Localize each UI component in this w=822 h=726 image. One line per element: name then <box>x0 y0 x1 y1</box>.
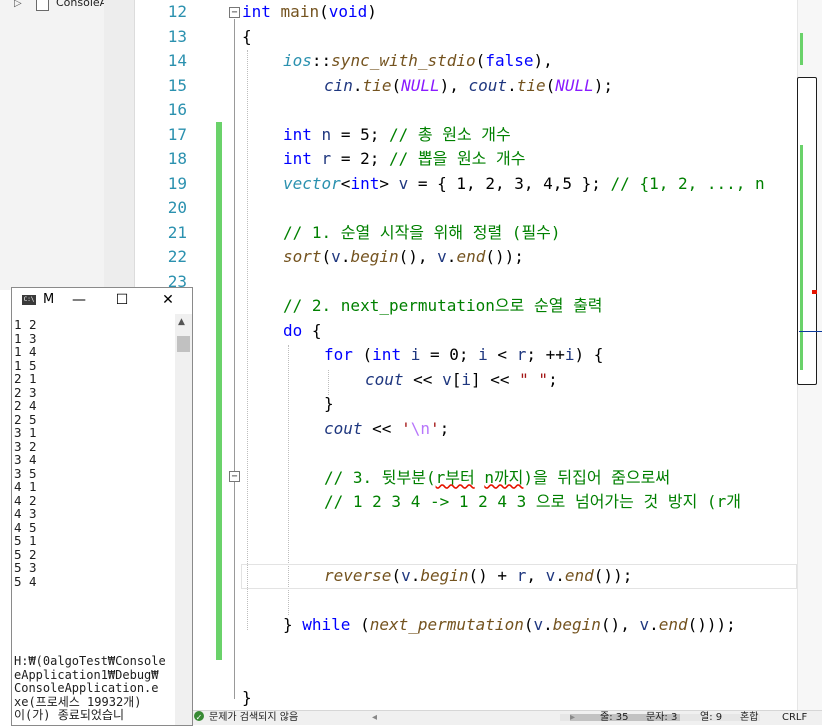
line-indicator[interactable]: 줄: 35 <box>600 711 628 725</box>
code-line-19: vector<int> v = { 1, 2, 3, 4,5 }; // {1,… <box>283 173 765 193</box>
console-scroll-thumb[interactable] <box>177 336 190 352</box>
check-circle-icon: ✓ <box>194 711 204 722</box>
close-button[interactable]: ✕ <box>151 290 185 310</box>
code-line-14: ios::sync_with_stdio(false), <box>283 51 553 70</box>
code-line-37: } while (next_permutation(v.begin(), v.e… <box>283 615 736 634</box>
expand-arrow-icon[interactable]: ▷ <box>14 0 22 9</box>
overview-change-marker <box>800 33 803 65</box>
code-line-32: // 1 2 3 4 -> 1 2 4 3 으로 넘어가는 것 방지 (r개 <box>324 492 741 511</box>
code-line-24: // 2. next_permutation으로 순열 출력 <box>283 296 603 315</box>
line-number: 21 <box>167 222 187 242</box>
caret-position-marker <box>799 331 822 332</box>
console-line: 1 4 <box>14 344 37 359</box>
line-number: 17 <box>167 124 187 144</box>
project-icon <box>36 0 49 11</box>
column-indicator[interactable]: 열: 9 <box>700 711 722 725</box>
line-number: 19 <box>167 173 187 193</box>
line-number: 14 <box>167 51 187 70</box>
console-footer-line: xe(프로세스 19932개) <box>14 694 142 709</box>
console-line: 2 1 <box>14 371 37 386</box>
code-line-35: reverse(v.begin() + r, v.end()); <box>324 566 633 585</box>
console-line: 1 5 <box>14 357 37 373</box>
line-number: 16 <box>167 100 187 119</box>
console-line: 5 1 <box>14 533 37 548</box>
console-title-bar[interactable]: C:\ M — ☐ ✕ <box>12 288 192 313</box>
code-line-26: for (int i = 0; i < r; ++i) { <box>324 345 604 364</box>
code-line-31: // 3. 뒷부분(r부터 n까지)을 뒤집어 줌으로써 <box>324 467 671 487</box>
console-footer-line: 이(가) 종료되었습니 <box>14 708 124 722</box>
console-line: 5 2 <box>14 546 37 562</box>
scroll-up-arrow-icon[interactable]: ▲ <box>178 317 185 327</box>
code-line-13: { <box>242 26 252 46</box>
console-line: 4 1 <box>14 479 37 494</box>
console-line: 5 3 <box>14 560 37 575</box>
editor-status-bar: ✓ 문제가 검색되지 않음 ◂ ▸ 줄: 35 문자: 3 열: 9 혼합 CR… <box>190 710 822 725</box>
indent-guide <box>247 50 248 630</box>
outline-line <box>234 19 235 699</box>
console-line: 5 4 <box>14 573 37 589</box>
project-label: ConsoleA <box>56 0 108 9</box>
console-line: 3 5 <box>14 465 37 481</box>
change-indicator-bar <box>216 122 222 660</box>
whitespace-mode[interactable]: 혼합 <box>740 711 758 725</box>
console-line: 3 1 <box>14 425 37 440</box>
console-app-icon: C:\ <box>22 295 36 305</box>
code-line-22: sort(v.begin(), v.end()); <box>283 247 524 266</box>
code-line-17: int n = 5; // 총 원소 개수 <box>283 124 511 144</box>
console-line: 1 2 <box>14 317 37 332</box>
console-line: 3 4 <box>14 452 37 467</box>
console-footer-line: H:₩(0algoTest₩Console <box>14 654 166 668</box>
code-line-27: cout << v[i] << " "; <box>365 369 558 389</box>
code-line-21: // 1. 순열 시작을 위해 정렬 (필수) <box>283 222 561 242</box>
console-line: 2 3 <box>14 384 37 400</box>
console-line: 3 2 <box>14 438 37 454</box>
issues-status[interactable]: 문제가 검색되지 않음 <box>209 711 298 725</box>
overview-change-marker <box>800 145 803 370</box>
solution-explorer-panel: ▷ ConsoleA <box>0 0 108 290</box>
line-number: 15 <box>167 75 187 95</box>
console-window[interactable]: C:\ M — ☐ ✕ 1 2 1 3 1 4 1 5 2 1 2 3 2 4 … <box>11 287 193 726</box>
console-line: 2 5 <box>14 411 37 427</box>
code-line-29: cout << '\n'; <box>324 418 450 438</box>
line-number: 13 <box>167 26 187 46</box>
code-line-28: } <box>324 394 334 413</box>
minimize-button[interactable]: — <box>62 290 96 310</box>
collapse-toggle-icon[interactable]: − <box>229 7 240 18</box>
line-ending[interactable]: CRLF <box>782 711 807 725</box>
code-line-25: do { <box>283 320 322 340</box>
console-line: 2 4 <box>14 398 37 413</box>
char-indicator[interactable]: 문자: 3 <box>646 711 677 725</box>
console-scrollbar[interactable]: ▲ <box>175 314 192 725</box>
console-footer-line: ConsoleApplication.e <box>14 681 159 695</box>
maximize-button[interactable]: ☐ <box>105 290 139 310</box>
code-line-15: cin.tie(NULL), cout.tie(NULL); <box>324 75 614 95</box>
code-line-39: } <box>242 688 252 707</box>
console-line: 1 3 <box>14 330 37 346</box>
console-footer-line: eApplication1₩Debug₩ <box>14 667 159 682</box>
error-marker <box>812 290 817 294</box>
line-number: 18 <box>167 149 187 168</box>
line-number: 22 <box>167 247 187 266</box>
scroll-right-arrow-icon[interactable]: ▸ <box>570 711 575 725</box>
code-line-18: int r = 2; // 뽑을 원소 개수 <box>283 149 526 168</box>
scroll-left-arrow-icon[interactable]: ◂ <box>372 711 377 725</box>
line-number: 20 <box>167 198 187 217</box>
solution-explorer-project-row[interactable]: ▷ ConsoleA <box>0 0 108 12</box>
console-title: M <box>43 292 55 307</box>
console-line: 4 3 <box>14 506 37 521</box>
line-number: 12 <box>167 2 187 21</box>
console-line: 4 2 <box>14 492 37 508</box>
code-line-12: int main(void) <box>242 2 377 21</box>
console-output[interactable]: 1 2 1 3 1 4 1 5 2 1 2 3 2 4 2 5 3 1 3 2 … <box>12 314 176 725</box>
collapse-toggle-icon[interactable]: − <box>229 471 240 482</box>
console-line: 4 5 <box>14 519 37 535</box>
